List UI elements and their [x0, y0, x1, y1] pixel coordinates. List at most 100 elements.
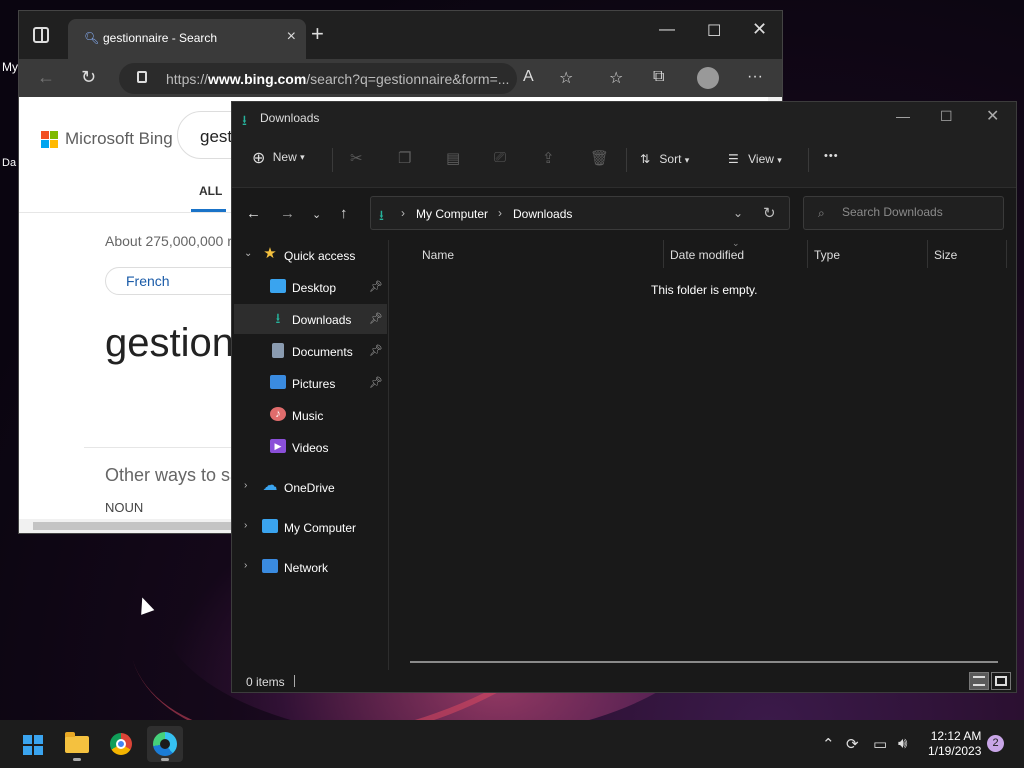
url-text[interactable]: https://www.bing.com/search?q=gestionnai…	[166, 71, 509, 87]
chevron-down-icon[interactable]: ⌄	[733, 206, 743, 220]
sidebar-item-label: Network	[284, 561, 329, 575]
sidebar-item-desktop[interactable]: Desktop 📌︎	[234, 272, 387, 302]
browser-tab[interactable]: 🔍︎ gestionnaire - Search ×	[68, 19, 306, 59]
chevron-right-icon[interactable]: ›	[401, 206, 405, 220]
column-separator[interactable]	[927, 240, 928, 268]
sidebar-item-onedrive[interactable]: › ☁ OneDrive	[234, 472, 387, 502]
view-icon: ☰	[728, 152, 739, 166]
item-count: 0 items	[246, 675, 285, 689]
rename-icon[interactable]: ⎚	[494, 149, 506, 166]
clock[interactable]: 12:12 AM 1/19/2023	[928, 729, 981, 759]
column-header-type[interactable]: Type	[814, 248, 840, 262]
scrollbar-thumb[interactable]	[33, 522, 233, 530]
desktop-icon-label[interactable]: Da	[2, 157, 16, 169]
delete-icon[interactable]: 🗑︎	[590, 149, 609, 167]
tab-all[interactable]: ALL	[199, 184, 222, 198]
search-input[interactable]	[842, 205, 992, 219]
maximize-icon[interactable]: ☐	[940, 108, 953, 125]
column-header-size[interactable]: Size	[934, 248, 957, 262]
microsoft-logo-icon	[41, 131, 59, 149]
refresh-icon[interactable]: ↻	[763, 204, 776, 222]
sort-button[interactable]: ⇅ Sort ▾	[640, 152, 689, 166]
notification-badge[interactable]: 2	[987, 735, 1004, 752]
chevron-right-icon[interactable]: ›	[244, 560, 247, 571]
sidebar-item-documents[interactable]: Documents 📌︎	[234, 336, 387, 366]
sidebar-item-music[interactable]: ♪ Music	[234, 400, 387, 430]
sidebar-item-videos[interactable]: ▶ Videos	[234, 432, 387, 462]
show-hidden-icons-icon[interactable]: ⌃	[822, 735, 835, 753]
breadcrumb-my-computer[interactable]: My Computer	[416, 207, 488, 221]
collections-icon[interactable]: ⧉	[653, 68, 664, 86]
close-icon[interactable]: ✕	[986, 106, 999, 126]
new-tab-button[interactable]: +	[311, 21, 324, 47]
breadcrumb-downloads[interactable]: Downloads	[513, 207, 572, 221]
back-icon[interactable]: ←	[37, 67, 55, 88]
file-explorer-taskbar-button[interactable]	[59, 726, 95, 762]
sidebar-item-my-computer[interactable]: › My Computer	[234, 512, 387, 542]
command-bar: ⊕ New ▾ ✂ ❐ ▤ ⎚ ⇪ 🗑︎ ⇅ Sort ▾ ☰ View ▾ •…	[232, 132, 1016, 188]
file-explorer-window: ⭳ Downloads — ☐ ✕ ⊕ New ▾ ✂ ❐ ▤ ⎚ ⇪ 🗑︎ ⇅…	[231, 101, 1017, 693]
lock-icon[interactable]	[137, 71, 147, 83]
chrome-taskbar-button[interactable]	[103, 726, 139, 762]
column-header-name[interactable]: Name	[422, 248, 454, 262]
new-button[interactable]: ⊕ New ▾	[252, 148, 305, 168]
column-separator[interactable]	[807, 240, 808, 268]
volume-icon[interactable]: 🔊︎	[898, 735, 907, 752]
tiles-view-button[interactable]	[991, 672, 1011, 690]
desktop-icon	[270, 279, 286, 293]
details-view-button[interactable]	[969, 672, 989, 690]
sidebar-item-downloads[interactable]: ⭳ Downloads 📌︎	[234, 304, 387, 334]
sort-icon: ⇅	[640, 152, 651, 166]
separator	[626, 148, 627, 172]
sidebar-item-label: Desktop	[292, 281, 337, 295]
downloads-icon: ⭳	[275, 310, 281, 326]
more-icon[interactable]: ···	[747, 68, 763, 86]
column-header-date-modified[interactable]: Date modified	[670, 248, 744, 262]
read-aloud-icon[interactable]: A	[523, 68, 534, 86]
paste-icon[interactable]: ▤	[446, 149, 460, 167]
sidebar-item-label: Downloads	[292, 313, 352, 327]
sidebar-item-network[interactable]: › Network	[234, 552, 387, 582]
up-icon[interactable]: ↑	[340, 205, 348, 222]
minimize-icon[interactable]: —	[659, 21, 675, 39]
column-separator[interactable]	[1006, 240, 1007, 268]
sidebar-item-pictures[interactable]: Pictures 📌︎	[234, 368, 387, 398]
windows-logo-icon	[23, 735, 43, 755]
view-button[interactable]: ☰ View ▾	[728, 152, 782, 166]
search-box[interactable]: ⌕	[803, 196, 1004, 230]
close-tab-icon[interactable]: ×	[287, 28, 296, 46]
share-icon[interactable]: ⇪	[542, 149, 555, 167]
start-button[interactable]	[14, 726, 50, 762]
close-icon[interactable]: ✕	[752, 19, 767, 40]
network-icon[interactable]: ▭	[873, 735, 887, 753]
sidebar-item-label: Music	[292, 409, 324, 423]
address-bar[interactable]: ⭳ › My Computer › Downloads ⌄ ↻	[370, 196, 790, 230]
chevron-down-icon[interactable]: ⌄	[244, 248, 252, 259]
favorites-icon[interactable]: ☆	[609, 68, 623, 88]
add-favorite-icon[interactable]: ☆	[559, 68, 573, 88]
recent-locations-icon[interactable]: ⌄	[312, 208, 321, 221]
sync-icon[interactable]: ⟳	[846, 735, 859, 753]
maximize-icon[interactable]: ☐	[707, 21, 721, 41]
running-indicator	[161, 758, 169, 761]
desktop-icon-label[interactable]: My	[2, 60, 18, 74]
chevron-right-icon[interactable]: ›	[244, 520, 247, 531]
tab-actions-icon[interactable]	[33, 27, 49, 43]
refresh-icon[interactable]: ↻	[81, 67, 96, 88]
copy-icon[interactable]: ❐	[398, 149, 411, 167]
cut-icon[interactable]: ✂	[350, 149, 363, 167]
forward-icon[interactable]: →	[280, 205, 295, 222]
chevron-right-icon[interactable]: ›	[244, 480, 247, 491]
edge-taskbar-button[interactable]	[147, 726, 183, 762]
address-bar[interactable]: https://www.bing.com/search?q=gestionnai…	[119, 63, 517, 94]
horizontal-scrollbar[interactable]	[410, 661, 998, 663]
tiles-view-icon	[995, 676, 1007, 686]
see-more-button[interactable]: •••	[824, 150, 839, 162]
chevron-right-icon[interactable]: ›	[498, 206, 502, 220]
profile-avatar[interactable]	[697, 67, 719, 89]
sidebar-item-quick-access[interactable]: ⌄ ★ Quick access	[234, 240, 387, 270]
column-separator[interactable]	[663, 240, 664, 268]
sidebar-item-label: Documents	[292, 345, 353, 359]
minimize-icon[interactable]: —	[896, 108, 910, 124]
back-icon[interactable]: ←	[246, 205, 261, 222]
